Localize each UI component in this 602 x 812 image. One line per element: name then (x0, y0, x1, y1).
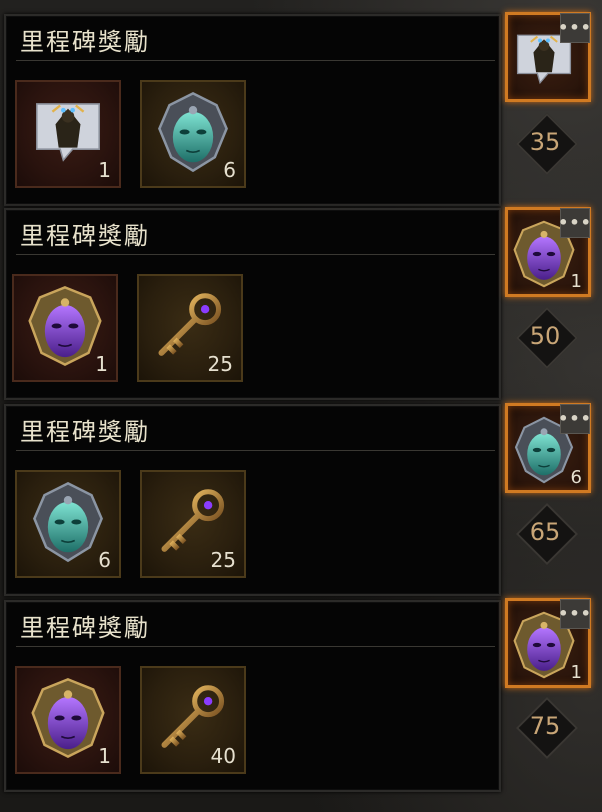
more-options-button[interactable]: ••• (558, 404, 591, 434)
cloaked-figure-emote-icon (29, 93, 107, 171)
milestone-number: 75 (529, 712, 561, 740)
milestone-marker: 35 (515, 112, 579, 176)
reward-slot-teal-mask[interactable]: 6 (140, 80, 246, 188)
track-reward-purple-mask[interactable]: 1 ••• (505, 207, 591, 297)
reward-slot-key[interactable]: 25 (137, 274, 243, 382)
reward-count: 6 (570, 467, 582, 488)
reward-slot-emote[interactable]: 1 (15, 80, 121, 188)
track-reward-emote[interactable]: ••• (505, 12, 591, 102)
divider (16, 450, 495, 451)
panel-title: 里程碑獎勵 (20, 614, 150, 642)
more-options-button[interactable]: ••• (558, 13, 591, 43)
track-reward-purple-mask[interactable]: 1 ••• (505, 598, 591, 688)
reward-panel-4: 里程碑獎勵 1 40 (4, 600, 501, 792)
reward-panel-1: 里程碑獎勵 1 6 (4, 14, 501, 206)
reward-count: 1 (98, 158, 111, 182)
milestone-number: 35 (529, 128, 561, 156)
milestone-number: 65 (529, 518, 561, 546)
reward-slot-key[interactable]: 40 (140, 666, 246, 774)
reward-slot-key[interactable]: 25 (140, 470, 246, 578)
reward-count: 40 (210, 744, 236, 768)
divider (16, 646, 495, 647)
reward-count: 1 (95, 352, 108, 376)
reward-count: 25 (210, 548, 236, 572)
divider (16, 254, 495, 255)
track-reward-teal-mask[interactable]: 6 ••• (505, 403, 591, 493)
panel-title: 里程碑獎勵 (20, 222, 150, 250)
milestone-marker: 65 (515, 502, 579, 566)
panel-title: 里程碑獎勵 (20, 28, 150, 56)
more-options-button[interactable]: ••• (558, 599, 591, 629)
reward-slot-teal-mask[interactable]: 6 (15, 470, 121, 578)
reward-slot-purple-mask[interactable]: 1 (15, 666, 121, 774)
reward-count: 25 (207, 352, 233, 376)
milestone-marker: 75 (515, 696, 579, 760)
more-options-button[interactable]: ••• (558, 208, 591, 238)
reward-count: 6 (223, 158, 236, 182)
milestone-number: 50 (529, 322, 561, 350)
reward-count: 1 (570, 662, 582, 683)
reward-panel-3: 里程碑獎勵 6 25 (4, 404, 501, 596)
divider (16, 60, 495, 61)
reward-panel-2: 里程碑獎勵 1 25 (4, 208, 501, 400)
reward-count: 1 (98, 744, 111, 768)
panel-title: 里程碑獎勵 (20, 418, 150, 446)
reward-count: 1 (570, 271, 582, 292)
reward-count: 6 (98, 548, 111, 572)
reward-slot-purple-mask[interactable]: 1 (12, 274, 118, 382)
milestone-marker: 50 (515, 306, 579, 370)
